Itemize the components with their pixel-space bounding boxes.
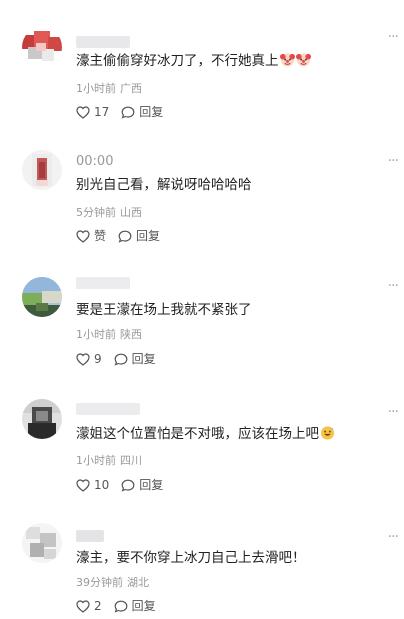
heart-outline-icon (76, 599, 90, 613)
comment-location: 湖北 (127, 576, 149, 589)
avatar[interactable] (22, 150, 62, 190)
speech-bubble-icon (121, 479, 135, 492)
more-dots-icon[interactable]: ··· (388, 530, 399, 544)
comment-body: 濠主，要不你穿上冰刀自己上去滑吧！ (76, 550, 306, 566)
grinning-sweat-icon (320, 426, 335, 440)
comment-item: ··· 濛姐这个位置怕是不对哦，应该在场上吧 1小时前 四川 10 回复 (0, 375, 404, 500)
speech-bubble-icon (114, 600, 128, 613)
comment-actions: 赞 回复 (76, 227, 160, 245)
comment-actions: 10 回复 (76, 476, 163, 494)
comment-item: 00:00 ··· 别光自己看，解说呀哈哈哈哈 5分钟前 山西 赞 回复 (0, 125, 404, 250)
comment-body: 别光自己看，解说呀哈哈哈哈 (76, 177, 252, 193)
comment-body: 濠主偷偷穿好冰刀了，不行她真上 (76, 53, 279, 69)
comment-body: 要是王濛在场上我就不紧张了 (76, 302, 252, 318)
comment-actions: 9 回复 (76, 350, 156, 368)
like-button[interactable]: 17 (76, 103, 109, 121)
more-dots-icon[interactable]: ··· (388, 279, 399, 293)
more-dots-icon[interactable]: ··· (388, 405, 399, 419)
username[interactable]: 00:00 (76, 154, 113, 170)
comment-meta: 5分钟前 山西 (76, 206, 142, 220)
comment-location: 陕西 (120, 328, 142, 341)
avatar[interactable] (22, 523, 62, 563)
comment-time: 1小时前 (76, 454, 116, 467)
comment-item: ··· 要是王濛在场上我就不紧张了 1小时前 陕西 9 回复 (0, 250, 404, 375)
reply-button[interactable]: 回复 (121, 476, 163, 494)
reply-button[interactable]: 回复 (118, 227, 160, 245)
comment-text: 要是王濛在场上我就不紧张了 (76, 300, 384, 320)
comment-location: 山西 (120, 206, 142, 219)
heart-outline-icon (76, 229, 90, 243)
comment-time: 39分钟前 (76, 576, 123, 589)
heart-outline-icon (76, 478, 90, 492)
like-count: 10 (94, 478, 110, 492)
reply-label: 回复 (136, 229, 161, 243)
reply-label: 回复 (139, 478, 164, 492)
reply-button[interactable]: 回复 (114, 597, 156, 615)
more-dots-icon[interactable]: ··· (388, 154, 399, 168)
username-blurred[interactable] (76, 530, 104, 542)
speech-bubble-icon (114, 353, 128, 366)
comment-text: 濛姐这个位置怕是不对哦，应该在场上吧 (76, 424, 384, 444)
avatar[interactable] (22, 277, 62, 317)
more-dots-icon[interactable]: ··· (388, 30, 399, 44)
username-blurred[interactable] (76, 277, 130, 289)
like-button[interactable]: 10 (76, 476, 109, 494)
comment-time: 1小时前 (76, 328, 116, 341)
clown-face-icon (295, 53, 311, 67)
like-button[interactable]: 9 (76, 350, 102, 368)
comment-text: 别光自己看，解说呀哈哈哈哈 (76, 175, 384, 195)
comment-text: 濠主，要不你穿上冰刀自己上去滑吧！ (76, 548, 384, 568)
comment-actions: 17 回复 (76, 103, 163, 121)
speech-bubble-icon (118, 230, 132, 243)
reply-label: 回复 (131, 352, 156, 366)
reply-button[interactable]: 回复 (114, 350, 156, 368)
comment-time: 5分钟前 (76, 206, 116, 219)
username-blurred[interactable] (76, 403, 140, 415)
comment-meta: 1小时前 四川 (76, 454, 142, 468)
avatar[interactable] (22, 27, 62, 67)
username-blurred[interactable] (76, 36, 130, 48)
heart-outline-icon (76, 105, 90, 119)
comment-meta: 1小时前 广西 (76, 82, 142, 96)
like-count: 17 (94, 105, 110, 119)
like-button[interactable]: 赞 (76, 227, 106, 245)
comment-time: 1小时前 (76, 82, 116, 95)
comment-meta: 1小时前 陕西 (76, 328, 142, 342)
reply-label: 回复 (131, 599, 156, 613)
comment-location: 广西 (120, 82, 142, 95)
comment-body: 濛姐这个位置怕是不对哦，应该在场上吧 (76, 426, 319, 442)
reply-button[interactable]: 回复 (121, 103, 163, 121)
reply-label: 回复 (139, 105, 164, 119)
comment-text: 濠主偷偷穿好冰刀了，不行她真上 (76, 51, 384, 71)
speech-bubble-icon (121, 106, 135, 119)
comment-item: ··· 濠主，要不你穿上冰刀自己上去滑吧！ 39分钟前 湖北 2 回复 (0, 500, 404, 619)
like-count: 2 (94, 599, 102, 613)
like-count: 9 (94, 352, 102, 366)
comment-location: 四川 (120, 454, 142, 467)
comment-item: ··· 濠主偷偷穿好冰刀了，不行她真上 1小时前 广西 17 回复 (0, 0, 404, 125)
clown-face-icon (279, 53, 295, 67)
comment-meta: 39分钟前 湖北 (76, 576, 149, 590)
avatar[interactable] (22, 399, 62, 439)
comment-actions: 2 回复 (76, 597, 156, 615)
heart-outline-icon (76, 352, 90, 366)
like-label: 赞 (94, 229, 107, 243)
like-button[interactable]: 2 (76, 597, 102, 615)
